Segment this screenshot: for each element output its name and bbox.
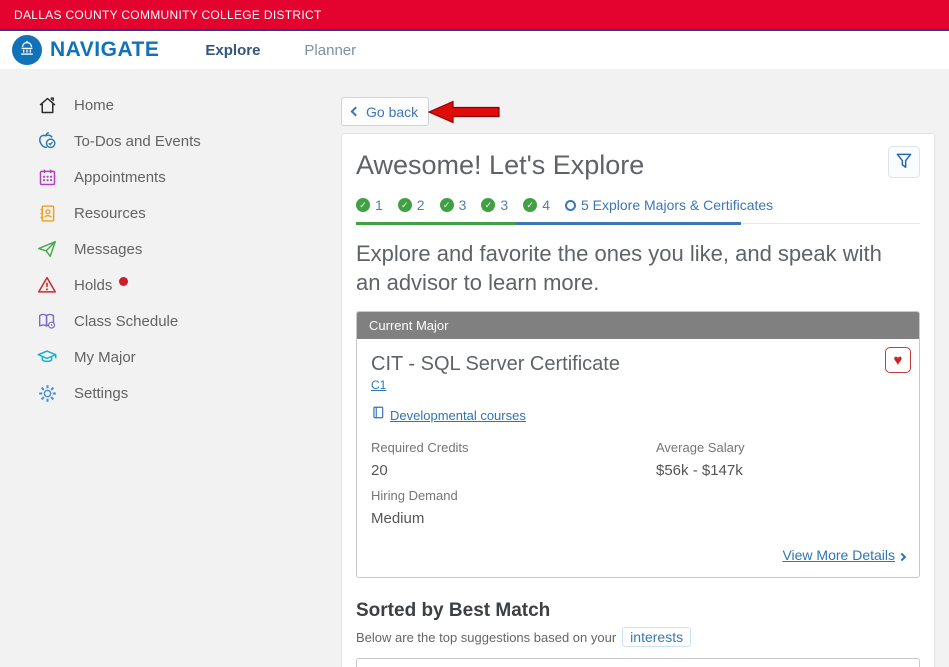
sidebar-item-class-schedule[interactable]: Class Schedule <box>0 303 330 339</box>
developmental-courses-link[interactable]: Developmental courses <box>390 408 526 423</box>
sidebar-item-label: My Major <box>74 349 136 366</box>
check-circle-icon <box>440 198 454 212</box>
annotation-arrow-icon <box>427 100 501 129</box>
hiring-demand-value: Medium <box>371 510 656 527</box>
paper-plane-icon <box>36 238 58 260</box>
tab-explore[interactable]: Explore <box>205 42 260 59</box>
step-5-current: 5 Explore Majors & Certificates <box>565 197 773 213</box>
sidebar-item-holds[interactable]: Holds <box>0 267 330 303</box>
step-4-complete: 4 <box>523 197 550 213</box>
sidebar-item-todos[interactable]: To-Dos and Events <box>0 123 330 159</box>
sidebar-item-appointments[interactable]: Appointments <box>0 159 330 195</box>
header-tabs: Explore Planner <box>205 42 356 59</box>
holds-notification-dot <box>119 277 128 286</box>
campus-code-link[interactable]: C1 <box>371 378 386 392</box>
district-banner: DALLAS COUNTY COMMUNITY COLLEGE DISTRICT <box>0 0 949 31</box>
sorted-subtitle: Below are the top suggestions based on y… <box>356 630 616 645</box>
tab-planner[interactable]: Planner <box>304 42 356 59</box>
hiring-demand-label: Hiring Demand <box>371 488 656 503</box>
open-circle-icon <box>565 200 576 211</box>
major-title: CIT - SQL Server Certificate <box>371 353 905 376</box>
sidebar-item-label: Class Schedule <box>74 313 178 330</box>
app-header: NAVIGATE Explore Planner <box>0 31 949 69</box>
notebook-icon <box>371 405 385 425</box>
page-title: Awesome! Let's Explore <box>356 150 644 181</box>
major-stats: Required Credits 20 Hiring Demand Medium… <box>371 431 905 527</box>
warning-triangle-icon <box>36 274 58 296</box>
sidebar-item-label: Messages <box>74 241 142 258</box>
sorted-by-best-match-title: Sorted by Best Match <box>356 600 920 622</box>
gear-icon <box>36 382 58 404</box>
sidebar-item-resources[interactable]: Resources <box>0 195 330 231</box>
sidebar-item-label: Home <box>74 97 114 114</box>
sidebar-item-settings[interactable]: Settings <box>0 375 330 411</box>
average-salary-value: $56k - $147k <box>656 462 905 479</box>
check-circle-icon <box>523 198 537 212</box>
sidebar-item-my-major[interactable]: My Major <box>0 339 330 375</box>
sidebar-item-home[interactable]: Home <box>0 87 330 123</box>
open-book-icon <box>36 310 58 332</box>
favorite-heart-button[interactable] <box>885 347 911 373</box>
sidebar-nav: Home To-Dos and Events Appointments <box>0 69 330 411</box>
explore-panel: Awesome! Let's Explore 1 2 3 <box>341 133 935 667</box>
sidebar-item-label: Settings <box>74 385 128 402</box>
filter-funnel-icon <box>894 151 914 174</box>
check-circle-icon <box>356 198 370 212</box>
filter-button[interactable] <box>888 146 920 178</box>
interests-chip[interactable]: interests <box>622 627 691 647</box>
step-3b-complete: 3 <box>481 197 508 213</box>
sidebar-item-label: Resources <box>74 205 146 222</box>
chevron-left-icon <box>351 107 361 117</box>
step-3-complete: 3 <box>440 197 467 213</box>
progress-bar-complete <box>356 222 516 225</box>
graduation-cap-icon <box>36 346 58 368</box>
step-1-complete: 1 <box>356 197 383 213</box>
sidebar-item-label: Appointments <box>74 169 166 186</box>
check-circle-icon <box>398 198 412 212</box>
district-banner-text: DALLAS COUNTY COMMUNITY COLLEGE DISTRICT <box>14 8 322 22</box>
sidebar-item-label: Holds <box>74 277 112 294</box>
go-back-button[interactable]: Go back <box>341 97 429 126</box>
rotunda-building-icon <box>17 38 37 63</box>
required-credits-label: Required Credits <box>371 440 656 455</box>
developmental-courses-link-row[interactable]: Developmental courses <box>371 405 905 425</box>
check-circle-icon <box>481 198 495 212</box>
calendar-icon <box>36 166 58 188</box>
progress-steps: 1 2 3 3 4 5 Explore Majors & Certificate… <box>356 197 920 224</box>
apple-check-icon <box>36 130 58 152</box>
suggestion-card: International Business and Trade C1 <box>356 658 920 667</box>
address-book-icon <box>36 202 58 224</box>
explore-description: Explore and favorite the ones you like, … <box>356 239 912 297</box>
go-back-label: Go back <box>366 104 418 120</box>
chevron-right-icon <box>898 553 906 561</box>
required-credits-value: 20 <box>371 462 656 479</box>
step-2-complete: 2 <box>398 197 425 213</box>
sidebar-item-messages[interactable]: Messages <box>0 231 330 267</box>
sidebar-item-label: To-Dos and Events <box>74 133 201 150</box>
brand-name: NAVIGATE <box>50 38 159 62</box>
navigate-logo[interactable] <box>12 35 42 65</box>
current-major-card: Current Major CIT - SQL Server Certifica… <box>356 311 920 578</box>
view-more-details-link[interactable]: View More Details <box>782 547 895 563</box>
progress-bar-current <box>516 222 741 225</box>
home-icon <box>36 94 58 116</box>
average-salary-label: Average Salary <box>656 440 905 455</box>
current-major-card-header: Current Major <box>357 312 919 339</box>
sorted-subtitle-row: Below are the top suggestions based on y… <box>356 627 920 647</box>
